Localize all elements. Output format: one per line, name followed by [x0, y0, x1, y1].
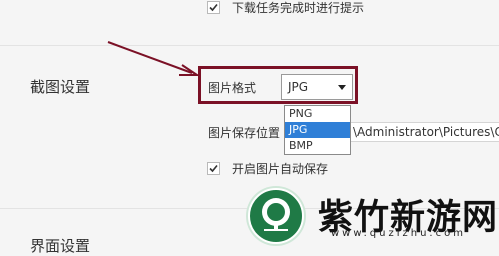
checkmark-icon — [209, 164, 218, 173]
save-location-label: 图片保存位置 — [208, 126, 281, 140]
section-title-screenshot: 截图设置 — [30, 78, 91, 96]
format-option-jpg[interactable]: JPG — [285, 122, 350, 138]
auto-save-label: 开启图片自动保存 — [232, 162, 329, 176]
download-notify-label: 下载任务完成时进行提示 — [232, 1, 365, 15]
auto-save-checkbox[interactable] — [207, 162, 220, 175]
format-option-bmp[interactable]: BMP — [285, 138, 350, 154]
image-format-dropdown[interactable]: PNG JPG BMP — [284, 105, 351, 155]
tree-logo-icon — [248, 188, 304, 244]
image-format-select[interactable]: JPG — [281, 74, 353, 100]
annotation-arrow-icon — [107, 41, 200, 76]
section-title-interface: 界面设置 — [30, 237, 91, 255]
checkmark-icon — [209, 3, 218, 12]
watermark-logo: 紫竹新游网 www.quzizhu.com — [236, 182, 499, 244]
image-format-label: 图片格式 — [208, 81, 257, 95]
image-format-selected-value: JPG — [288, 80, 309, 94]
section-divider — [0, 45, 499, 46]
format-option-png[interactable]: PNG — [285, 106, 350, 122]
dropdown-arrow-icon[interactable] — [338, 85, 346, 90]
watermark-url: www.quzizhu.com — [331, 228, 466, 239]
download-notify-checkbox[interactable] — [207, 1, 220, 14]
save-path-field[interactable]: \Administrator\Pictures\C — [351, 122, 499, 142]
